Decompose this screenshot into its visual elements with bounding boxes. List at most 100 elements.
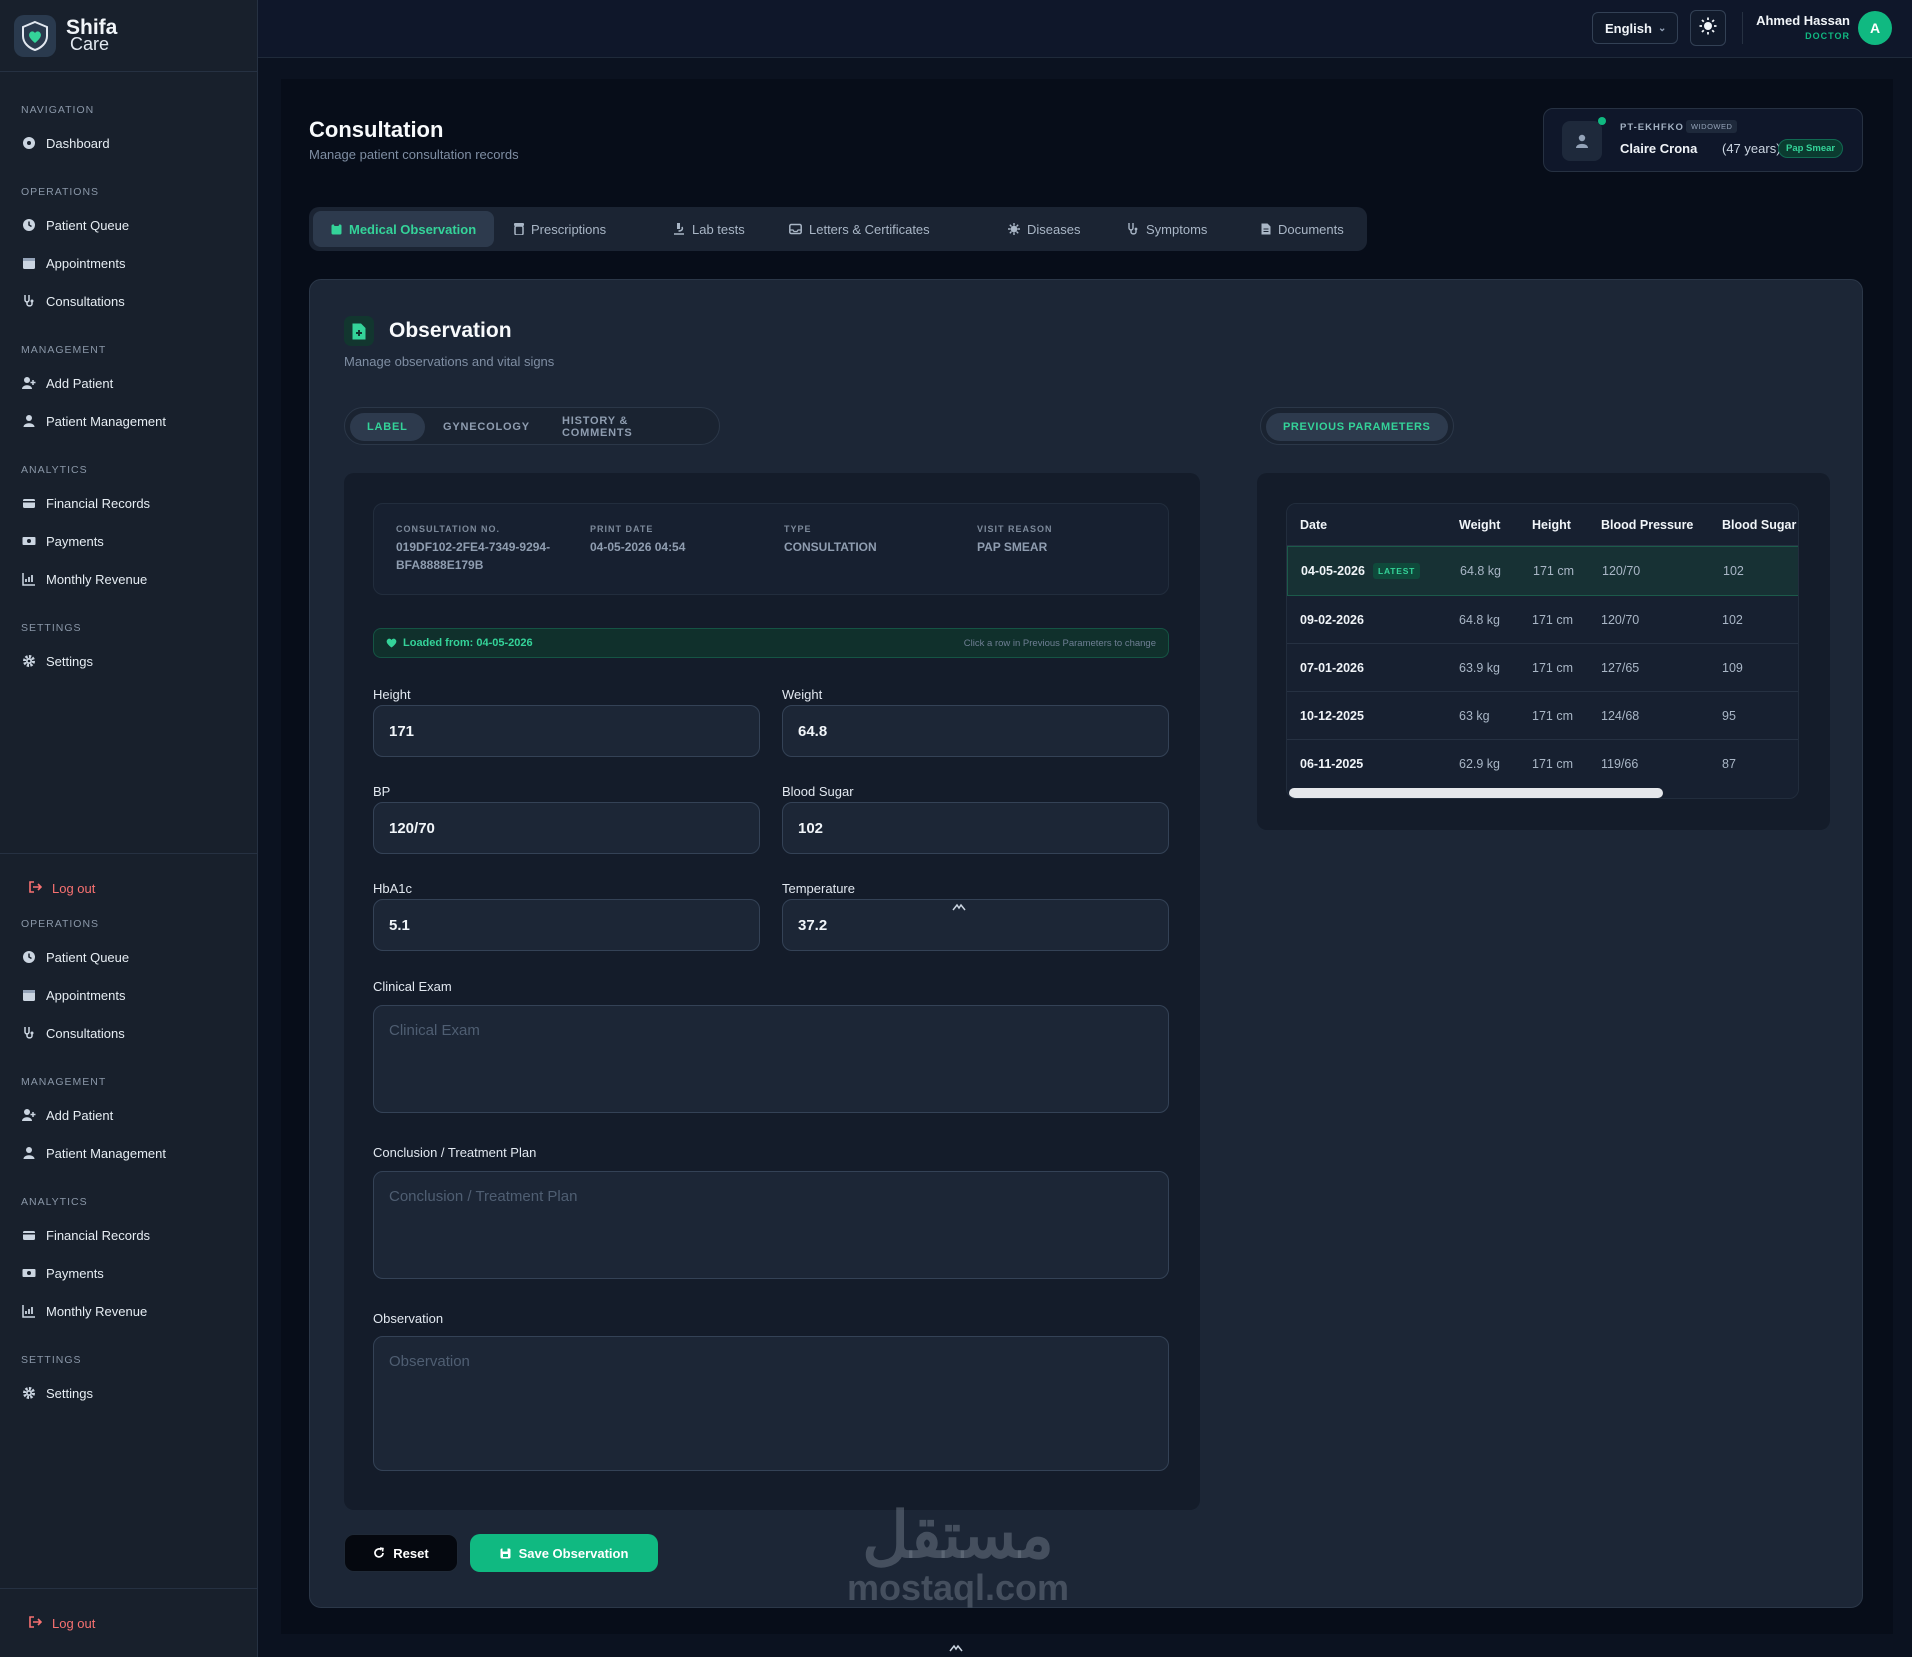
sidebar-item-patient-management[interactable]: Patient Management [0,1134,258,1172]
sidebar-item-label: Payments [46,1265,104,1281]
visit-reason-badge: Pap Smear [1778,139,1844,158]
observation-panel: Observation Manage observations and vita… [309,279,1863,1608]
theme-toggle-button[interactable] [1690,10,1726,46]
subtab-gynecology[interactable]: GYNECOLOGY [426,413,547,441]
sidebar-item-appointments[interactable]: Appointments [0,244,258,282]
sidebar-item-payments[interactable]: Payments [0,1254,258,1292]
tab-medical-observation[interactable]: Medical Observation [313,211,495,247]
tab-symptoms[interactable]: Symptoms [1109,211,1225,247]
topbar: English ⌄ Ahmed Hassan DOCTOR A [258,0,1912,58]
row-weight: 63.9 kg [1459,660,1501,675]
row-height: 171 cm [1532,660,1573,675]
table-row[interactable]: 07-01-2026 63.9 kg 171 cm 127/65 109 [1287,644,1798,692]
sidebar-logout-2: Log out [0,1608,258,1638]
scrollbar-thumb[interactable] [1289,788,1663,798]
subtab-label[interactable]: LABEL [350,413,425,441]
loaded-from: Loaded from: 04-05-2026 [386,637,533,649]
row-date: 10-12-2025 [1300,708,1364,723]
info-value: PAP SMEAR [977,540,1048,554]
online-status-dot [1598,117,1606,125]
row-date: 06-11-2025 [1300,757,1364,771]
observation-textarea[interactable]: Observation [373,1336,1169,1471]
watermark: مستقل mostaql.com [838,1500,1078,1606]
table-row[interactable]: 09-02-2026 64.8 kg 171 cm 120/70 102 [1287,596,1798,644]
row-height: 171 cm [1532,612,1573,627]
patient-card[interactable]: PT-EKHFKO WIDOWED Claire Crona (47 years… [1543,108,1863,172]
row-bp: 120/70 [1601,612,1640,627]
sidebar-item-label: Patient Queue [46,217,130,233]
conclusion-textarea[interactable]: Conclusion / Treatment Plan [373,1171,1169,1279]
sidebar-item-label: Patient Management [46,413,166,429]
table-row[interactable]: 04-05-2026 LATEST 64.8 kg 171 cm 120/70 1… [1287,546,1798,596]
brand[interactable]: Shifa Care [0,0,257,72]
sidebar-item-financial-records[interactable]: Financial Records [0,484,258,522]
height-input[interactable]: 171 [373,705,760,757]
previous-parameters-toggle[interactable]: PREVIOUS PARAMETERS [1260,407,1454,445]
stethoscope-icon [1127,223,1139,235]
sidebar-item-monthly-revenue[interactable]: Monthly Revenue [0,560,258,598]
hba1c-input[interactable]: 5.1 [373,899,760,951]
tab-label: Letters & Certificates [809,221,930,237]
height-label: Height [373,687,411,702]
tab-label: Symptoms [1146,221,1208,237]
column-header: Date [1300,517,1328,532]
save-observation-button[interactable]: Save Observation [470,1534,658,1572]
table-row[interactable]: 06-11-2025 62.9 kg 171 cm 119/66 87 [1287,740,1798,788]
tab-prescriptions[interactable]: Prescriptions [496,211,624,247]
section-title: OPERATIONS [21,918,100,930]
bp-input[interactable]: 120/70 [373,802,760,854]
weight-input[interactable]: 64.8 [782,705,1169,757]
wallet-icon [21,1227,37,1243]
blood-sugar-input[interactable]: 102 [782,802,1169,854]
sidebar-item-appointments[interactable]: Appointments [0,976,258,1014]
shifa-care-logo-icon [14,14,56,57]
logout-button[interactable]: Log out [0,873,258,903]
info-label: CONSULTATION NO. [396,524,500,534]
visit-reason: VISIT REASON PAP SMEAR [977,524,1157,556]
clock-icon [21,949,37,965]
table-row[interactable]: 10-12-2025 63 kg 171 cm 124/68 95 [1287,692,1798,740]
sidebar-item-label: Add Patient [46,375,114,391]
latest-badge: LATEST [1372,563,1421,579]
tab-diseases[interactable]: Diseases [990,211,1098,247]
avatar[interactable]: A [1858,11,1892,45]
row-bp: 119/66 [1601,757,1639,771]
sidebar-item-label: Add Patient [46,1107,114,1123]
clinical-exam-textarea[interactable]: Clinical Exam [373,1005,1169,1113]
sidebar-item-consultations[interactable]: Consultations [0,1014,258,1052]
row-height: 171 cm [1532,708,1573,723]
tab-letters-certificates[interactable]: Letters & Certificates [771,211,948,247]
sidebar-item-label: Patient Management [46,1145,166,1161]
reset-label: Reset [393,1545,429,1561]
sidebar-item-dashboard[interactable]: Dashboard [0,124,258,162]
tab-documents[interactable]: Documents [1243,211,1362,247]
sidebar-item-monthly-revenue[interactable]: Monthly Revenue [0,1292,258,1330]
horizontal-scrollbar[interactable] [1287,786,1798,798]
sidebar-item-patient-management[interactable]: Patient Management [0,402,258,440]
sidebar-item-label: Appointments [46,987,126,1003]
previous-parameters-table: Date Weight Height Blood Pressure Blood … [1286,503,1799,799]
row-sugar: 87 [1722,757,1736,771]
calendar-icon [21,255,37,271]
clipboard-icon [331,223,342,235]
logout-button[interactable]: Log out [0,1608,258,1638]
sidebar-item-add-patient[interactable]: Add Patient [0,1096,258,1134]
sidebar-item-patient-queue[interactable]: Patient Queue [0,938,258,976]
sidebar-item-patient-queue[interactable]: Patient Queue [0,206,258,244]
tab-lab-tests[interactable]: Lab tests [655,211,763,247]
user-info[interactable]: Ahmed Hassan DOCTOR [1754,13,1850,41]
sidebar-item-label: Financial Records [46,495,151,511]
sidebar-item-settings[interactable]: Settings [0,642,258,680]
sidebar-item-consultations[interactable]: Consultations [0,282,258,320]
subtab-history-comments[interactable]: HISTORY & COMMENTS [545,413,719,441]
temperature-input[interactable]: 37.2 [782,899,1169,951]
sidebar-item-financial-records[interactable]: Financial Records [0,1216,258,1254]
sidebar-item-label: Settings [46,653,93,669]
sidebar-item-settings[interactable]: Settings [0,1374,258,1412]
tab-label: Lab tests [692,221,745,237]
reset-button[interactable]: Reset [344,1534,458,1572]
consultation-info: CONSULTATION NO. 019DF102-2FE4-7349-9294… [373,503,1169,595]
sidebar-item-add-patient[interactable]: Add Patient [0,364,258,402]
sidebar-item-payments[interactable]: Payments [0,522,258,560]
language-select[interactable]: English ⌄ [1592,12,1678,44]
